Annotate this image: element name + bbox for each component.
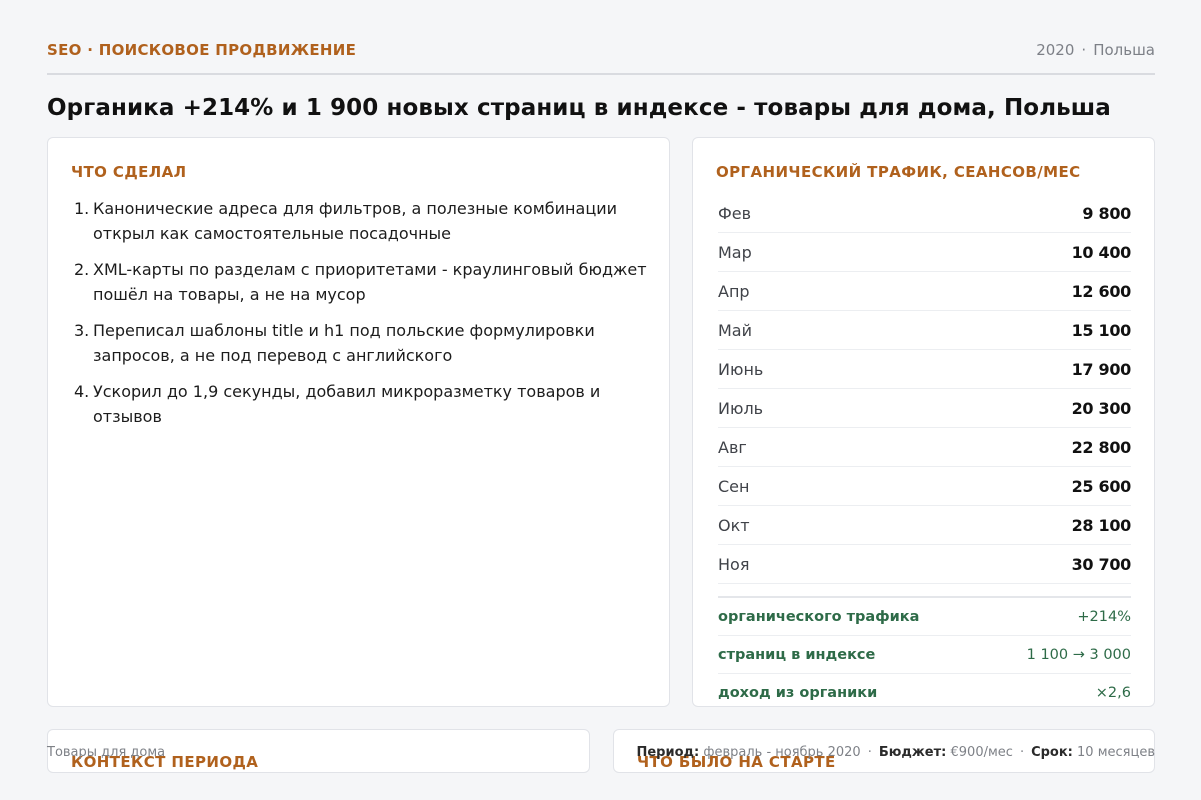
done-heading: ЧТО СДЕЛАЛ xyxy=(71,163,187,181)
month-cell: Июль xyxy=(718,398,764,418)
list-item: 2. XML-карты по разделам с приоритетами -… xyxy=(74,257,664,307)
item-text: XML-карты по разделам с приоритетами - к… xyxy=(93,260,647,304)
month-cell: Фев xyxy=(718,203,752,223)
done-list: 1. Канонические адреса для фильтров, а по… xyxy=(74,196,664,440)
result-value: 1 100 → 3 000 xyxy=(1026,646,1131,663)
service-kicker: SEO · ПОИСКОВОЕ ПРОДВИЖЕНИЕ xyxy=(47,41,357,59)
table-row: Июль 20 300 xyxy=(718,389,1131,428)
month-cell: Мар xyxy=(718,242,752,262)
year-label: 2020 xyxy=(1036,41,1075,59)
list-item: 4. Ускорил до 1,9 секунды, добавил микрор… xyxy=(74,379,664,429)
month-cell: Май xyxy=(718,320,753,340)
table-row: Мар 10 400 xyxy=(718,233,1131,272)
value-cell: 9 800 xyxy=(1082,203,1131,223)
value-cell: 30 700 xyxy=(1071,554,1132,574)
header-meta: 2020 · Польша xyxy=(1036,41,1155,59)
list-item: 1. Канонические адреса для фильтров, а по… xyxy=(74,196,664,246)
result-value: ×2,6 xyxy=(1095,684,1131,701)
separator-dot: · xyxy=(1019,745,1025,760)
table-row: Апр 12 600 xyxy=(718,272,1131,311)
month-cell: Июнь xyxy=(718,359,764,379)
term-value: 10 месяцев xyxy=(1077,745,1155,760)
item-number: 1. xyxy=(74,199,90,218)
item-number: 3. xyxy=(74,321,90,340)
result-row: страниц в индексе 1 100 → 3 000 xyxy=(718,636,1131,674)
traffic-heading: ОРГАНИЧЕСКИЙ ТРАФИК, СЕАНСОВ/МЕС xyxy=(716,163,1081,181)
country-label: Польша xyxy=(1093,41,1155,59)
list-item: 3. Переписал шаблоны title и h1 под польс… xyxy=(74,318,664,368)
done-card: ЧТО СДЕЛАЛ 1. Канонические адреса для фил… xyxy=(47,137,670,707)
value-cell: 22 800 xyxy=(1071,437,1132,457)
page-title: Органика +214% и 1 900 новых страниц в и… xyxy=(47,95,1111,121)
value-cell: 25 600 xyxy=(1071,476,1132,496)
traffic-table: Фев 9 800 Мар 10 400 Апр 12 600 Май 15 100 И… xyxy=(718,194,1131,706)
budget-value: €900/мес xyxy=(950,745,1013,760)
result-label: доход из органики xyxy=(718,684,878,701)
period-label: Период: xyxy=(636,745,700,760)
month-cell: Сен xyxy=(718,476,750,496)
item-text: Канонические адреса для фильтров, а поле… xyxy=(93,199,617,243)
table-row: Сен 25 600 xyxy=(718,467,1131,506)
item-text: Ускорил до 1,9 секунды, добавил микрораз… xyxy=(93,382,601,426)
value-cell: 17 900 xyxy=(1071,359,1132,379)
separator-dot: · xyxy=(867,745,872,760)
item-number: 4. xyxy=(74,382,90,401)
footer-meta: Период: февраль - ноябрь 2020 · Бюджет: €9… xyxy=(636,745,1155,760)
result-label: органического трафика xyxy=(718,608,920,625)
separator-dot: · xyxy=(1081,41,1087,59)
result-value: +214% xyxy=(1077,608,1131,625)
category-label: Товары для дома xyxy=(47,745,166,760)
table-row: Авг 22 800 xyxy=(718,428,1131,467)
value-cell: 28 100 xyxy=(1071,515,1132,535)
result-label: страниц в индексе xyxy=(718,646,876,663)
value-cell: 20 300 xyxy=(1071,398,1132,418)
table-row: Окт 28 100 xyxy=(718,506,1131,545)
table-row: Фев 9 800 xyxy=(718,194,1131,233)
value-cell: 15 100 xyxy=(1071,320,1132,340)
item-text: Переписал шаблоны title и h1 под польски… xyxy=(93,321,595,365)
budget-label: Бюджет: xyxy=(878,745,947,760)
result-row: органического трафика +214% xyxy=(718,598,1131,636)
month-cell: Апр xyxy=(718,281,750,301)
result-row: доход из органики ×2,6 xyxy=(718,674,1131,706)
traffic-card: ОРГАНИЧЕСКИЙ ТРАФИК, СЕАНСОВ/МЕС Фев 9 80… xyxy=(692,137,1155,707)
table-row: Ноя 30 700 xyxy=(718,545,1131,584)
value-cell: 10 400 xyxy=(1071,242,1132,262)
month-cell: Окт xyxy=(718,515,750,535)
table-row: Май 15 100 xyxy=(718,311,1131,350)
item-number: 2. xyxy=(74,260,90,279)
table-row: Июнь 17 900 xyxy=(718,350,1131,389)
month-cell: Авг xyxy=(718,437,747,457)
page-header: SEO · ПОИСКОВОЕ ПРОДВИЖЕНИЕ 2020 · Польша xyxy=(47,38,1155,75)
month-cell: Ноя xyxy=(718,554,750,574)
value-cell: 12 600 xyxy=(1071,281,1132,301)
period-value: февраль - ноябрь 2020 xyxy=(703,745,861,760)
term-label: Срок: xyxy=(1031,745,1073,760)
